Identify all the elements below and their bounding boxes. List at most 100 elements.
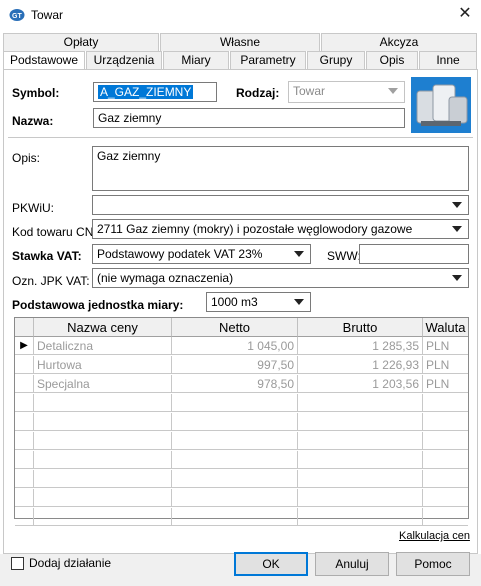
jpk-value: (nie wymaga oznaczenia) — [97, 271, 234, 285]
column-header[interactable]: Netto — [172, 318, 298, 337]
add-action-checkbox[interactable] — [11, 557, 24, 570]
pkwiu-label: PKWiU: — [12, 201, 54, 215]
gas-product-icon — [411, 77, 471, 133]
tab-grupy[interactable]: Grupy — [307, 51, 365, 69]
tab-oplaty[interactable]: Opłaty — [3, 33, 159, 51]
calc-prices-link[interactable]: Kalkulacja cen — [399, 530, 470, 542]
window-title: Towar — [31, 8, 64, 22]
tab-parametry[interactable]: Parametry — [230, 51, 306, 69]
row-pointer-icon: ▶ — [15, 337, 34, 355]
chevron-down-icon — [294, 299, 304, 305]
rodzaj-label: Rodzaj: — [236, 86, 280, 100]
empty-cell — [298, 470, 423, 488]
empty-cell — [172, 432, 298, 450]
empty-cell — [172, 413, 298, 431]
empty-cell — [423, 432, 468, 450]
sww-field[interactable] — [359, 244, 469, 264]
cn-select[interactable]: 2711 Gaz ziemny (mokry) i pozostałe węgl… — [92, 219, 469, 239]
help-button[interactable]: Pomoc — [396, 552, 470, 576]
empty-cell — [172, 508, 298, 526]
empty-cell — [298, 508, 423, 526]
svg-text:GT: GT — [12, 13, 22, 20]
price-name: Specjalna — [34, 375, 172, 393]
empty-cell — [423, 489, 468, 507]
price-netto: 1 045,00 — [172, 337, 298, 355]
price-currency: PLN — [426, 339, 450, 353]
jpk-label: Ozn. JPK VAT: — [12, 274, 90, 288]
empty-cell — [298, 413, 423, 431]
unit-label: Podstawowa jednostka miary: — [12, 298, 184, 312]
add-action-label: Dodaj działanie — [29, 556, 112, 570]
price-name: Hurtowa — [34, 356, 172, 374]
table-row[interactable]: Hurtowa 997,50 1 226,93 PLN — [15, 356, 468, 374]
empty-cell — [34, 394, 172, 412]
tab-podstawowe[interactable]: Podstawowe — [3, 51, 85, 70]
tab-label: Urządzenia — [93, 53, 155, 67]
tab-opis[interactable]: Opis — [366, 51, 418, 69]
app-logo-icon: GT — [9, 9, 25, 21]
price-brutto: 1 285,35 — [298, 337, 423, 355]
chevron-down-icon — [388, 88, 398, 94]
vat-label: Stawka VAT: — [12, 249, 82, 263]
table-row[interactable]: Specjalna 978,50 1 203,56 PLN — [15, 375, 468, 393]
symbol-label: Symbol: — [12, 86, 60, 100]
empty-cell — [15, 394, 34, 412]
tab-inne[interactable]: Inne — [419, 51, 477, 69]
symbol-value: A_GAZ_ZIEMNY — [98, 85, 194, 99]
ok-button[interactable]: OK — [234, 552, 308, 576]
empty-cell — [15, 451, 34, 469]
empty-row — [15, 432, 468, 450]
empty-cell — [34, 470, 172, 488]
unit-select[interactable]: 1000 m3 — [206, 292, 311, 312]
tab-urzadzenia[interactable]: Urządzenia — [86, 51, 162, 69]
price-currency: PLN — [426, 377, 450, 391]
empty-cell — [15, 489, 34, 507]
pkwiu-select[interactable] — [92, 195, 469, 215]
chevron-down-icon — [452, 202, 462, 208]
column-header[interactable]: Nazwa ceny — [34, 318, 172, 337]
chevron-down-icon — [452, 226, 462, 232]
empty-row — [15, 394, 468, 412]
rodzaj-value: Towar — [293, 84, 326, 98]
opis-value: Gaz ziemny — [97, 149, 161, 163]
unit-value: 1000 m3 — [211, 295, 258, 309]
empty-cell — [172, 394, 298, 412]
empty-cell — [423, 413, 468, 431]
empty-cell — [34, 432, 172, 450]
tab-wlasne[interactable]: Własne — [160, 33, 320, 51]
vat-value: Podstawowy podatek VAT 23% — [97, 247, 263, 261]
empty-cell — [34, 413, 172, 431]
price-grid[interactable]: Nazwa ceny Netto Brutto Waluta ▶ Detalic… — [14, 317, 469, 526]
row-indicator — [15, 375, 34, 393]
opis-textarea[interactable]: Gaz ziemny — [92, 146, 469, 191]
empty-row — [15, 489, 468, 507]
table-row[interactable]: ▶ Detaliczna 1 045,00 1 285,35 PLN — [15, 337, 468, 355]
empty-cell — [172, 489, 298, 507]
empty-cell — [423, 394, 468, 412]
empty-row — [15, 413, 468, 431]
empty-cell — [34, 451, 172, 469]
chevron-down-icon — [294, 251, 304, 257]
empty-cell — [298, 394, 423, 412]
symbol-field[interactable]: A_GAZ_ZIEMNY — [93, 82, 217, 102]
empty-cell — [15, 432, 34, 450]
column-header[interactable]: Waluta — [423, 318, 468, 337]
tab-label: Parametry — [240, 53, 296, 67]
empty-cell — [15, 413, 34, 431]
vat-select[interactable]: Podstawowy podatek VAT 23% — [92, 244, 311, 264]
cancel-button[interactable]: Anuluj — [315, 552, 389, 576]
tab-akcyza[interactable]: Akcyza — [321, 33, 477, 51]
empty-cell — [172, 470, 298, 488]
tab-miary[interactable]: Miary — [163, 51, 229, 69]
opis-label: Opis: — [12, 151, 41, 165]
empty-row — [15, 508, 468, 526]
price-netto: 997,50 — [172, 356, 298, 374]
rodzaj-select[interactable]: Towar — [288, 81, 405, 103]
close-icon[interactable]: ✕ — [455, 4, 475, 24]
empty-row — [15, 451, 468, 469]
nazwa-field[interactable]: Gaz ziemny — [93, 108, 405, 128]
title-bar: GT Towar ✕ — [0, 0, 481, 30]
jpk-select[interactable]: (nie wymaga oznaczenia) — [92, 268, 469, 288]
column-header[interactable]: Brutto — [298, 318, 423, 337]
empty-cell — [15, 470, 34, 488]
